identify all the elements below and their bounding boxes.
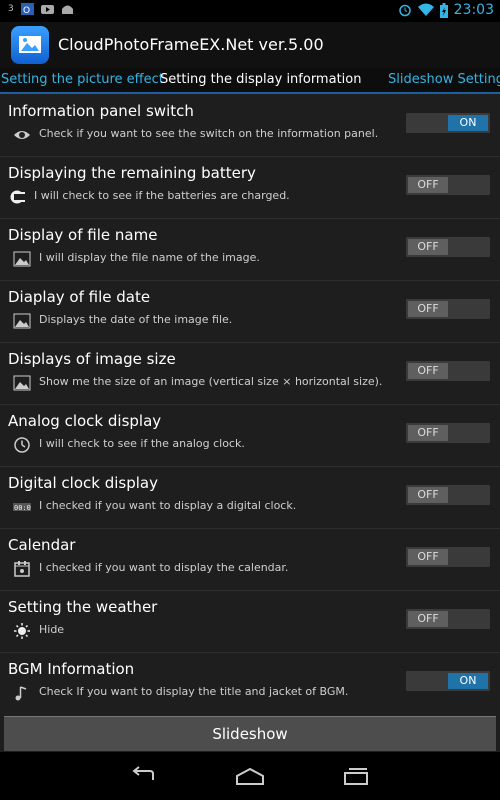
wifi-icon xyxy=(417,3,434,16)
toggle-state-label: OFF xyxy=(408,487,448,503)
setting-description: Hide xyxy=(39,623,65,636)
outlook-icon: O xyxy=(20,3,34,15)
bgm-information-toggle[interactable]: ON xyxy=(406,671,490,691)
setting-title: Diaplay of file date xyxy=(8,288,151,306)
action-bar: CloudPhotoFrameEX.Net ver.5.00 xyxy=(0,22,500,68)
picture-icon xyxy=(13,313,31,329)
photo-frame-app-icon[interactable] xyxy=(11,26,49,64)
back-icon[interactable] xyxy=(129,766,159,786)
setting-row-file-date[interactable]: Diaplay of file date Displays the date o… xyxy=(0,280,500,343)
sun-icon xyxy=(14,623,30,639)
setting-row-digital-clock[interactable]: Digital clock display 00:00 I checked if… xyxy=(0,466,500,529)
calendar-toggle[interactable]: OFF xyxy=(406,547,490,567)
home-icon[interactable] xyxy=(235,766,265,786)
setting-description: Displays the date of the image file. xyxy=(39,313,233,326)
slideshow-label: Slideshow xyxy=(212,725,288,743)
setting-description: Check if you want to see the switch on t… xyxy=(39,127,379,140)
slideshow-button[interactable]: Slideshow xyxy=(4,716,496,751)
toggle-state-label: OFF xyxy=(408,549,448,565)
tab-picture-effect[interactable]: Setting the picture effect xyxy=(1,72,164,87)
battery-plug-icon xyxy=(10,190,25,204)
image-size-toggle[interactable]: OFF xyxy=(406,361,490,381)
tab-strip: Setting the picture effect Setting the d… xyxy=(0,68,500,94)
setting-title: Displaying the remaining battery xyxy=(8,164,256,182)
alarm-icon xyxy=(398,4,411,17)
battery-icon xyxy=(439,2,448,18)
svg-text:O: O xyxy=(23,6,30,15)
setting-description: I checked if you want to display a digit… xyxy=(39,499,297,512)
digital-clock-icon: 00:00 xyxy=(13,503,31,512)
music-icon xyxy=(15,686,27,701)
toggle-state-label: OFF xyxy=(408,611,448,627)
toggle-state-label: ON xyxy=(448,673,488,689)
svg-text:00:00: 00:00 xyxy=(14,504,31,512)
setting-row-information-panel-switch[interactable]: Information panel switch Check if you wa… xyxy=(0,94,500,157)
toggle-state-label: OFF xyxy=(408,239,448,255)
setting-title: Digital clock display xyxy=(8,474,158,492)
setting-row-file-name[interactable]: Display of file name I will display the … xyxy=(0,218,500,281)
setting-description: I will display the file name of the imag… xyxy=(39,251,260,264)
setting-title: BGM Information xyxy=(8,660,135,678)
setting-description: I will check to see if the batteries are… xyxy=(34,189,290,202)
android-icon xyxy=(61,5,73,14)
setting-row-analog-clock[interactable]: Analog clock display I will check to see… xyxy=(0,404,500,467)
analog-clock-toggle[interactable]: OFF xyxy=(406,423,490,443)
setting-description: Show me the size of an image (vertical s… xyxy=(39,375,383,388)
app-title: CloudPhotoFrameEX.Net ver.5.00 xyxy=(58,35,324,54)
status-time: 23:03 xyxy=(453,2,494,18)
status-bar: 3 O 23:03 xyxy=(0,0,500,22)
tab-display-information[interactable]: Setting the display information xyxy=(160,72,361,87)
file-name-toggle[interactable]: OFF xyxy=(406,237,490,257)
digital-clock-toggle[interactable]: OFF xyxy=(406,485,490,505)
setting-title: Information panel switch xyxy=(8,102,194,120)
setting-title: Displays of image size xyxy=(8,350,176,368)
calendar-icon xyxy=(14,561,30,577)
remaining-battery-toggle[interactable]: OFF xyxy=(406,175,490,195)
setting-description: I will check to see if the analog clock. xyxy=(39,437,245,450)
setting-title: Calendar xyxy=(8,536,76,554)
navigation-bar xyxy=(0,752,500,800)
setting-row-calendar[interactable]: Calendar I checked if you want to displa… xyxy=(0,528,500,591)
eye-icon xyxy=(14,131,30,139)
setting-row-image-size[interactable]: Displays of image size Show me the size … xyxy=(0,342,500,405)
toggle-state-label: OFF xyxy=(408,425,448,441)
setting-description: Check If you want to display the title a… xyxy=(39,685,349,698)
tab-slideshow-settings[interactable]: Slideshow Settings xyxy=(388,72,500,87)
settings-list: Information panel switch Check if you wa… xyxy=(0,94,500,714)
setting-row-weather[interactable]: Setting the weather Hide OFF xyxy=(0,590,500,653)
status-number: 3 xyxy=(8,4,14,14)
game-icon xyxy=(40,5,54,14)
weather-toggle[interactable]: OFF xyxy=(406,609,490,629)
setting-title: Analog clock display xyxy=(8,412,162,430)
picture-icon xyxy=(13,375,31,391)
setting-row-remaining-battery[interactable]: Displaying the remaining battery I will … xyxy=(0,156,500,219)
toggle-state-label: OFF xyxy=(408,363,448,379)
setting-title: Display of file name xyxy=(8,226,158,244)
recent-apps-icon[interactable] xyxy=(341,766,371,786)
picture-icon xyxy=(13,251,31,267)
toggle-state-label: OFF xyxy=(408,301,448,317)
setting-description: I checked if you want to display the cal… xyxy=(39,561,289,574)
setting-title: Setting the weather xyxy=(8,598,158,616)
analog-clock-icon xyxy=(14,437,30,453)
setting-row-bgm-information[interactable]: BGM Information Check If you want to dis… xyxy=(0,652,500,714)
information-panel-toggle[interactable]: ON xyxy=(406,113,490,133)
file-date-toggle[interactable]: OFF xyxy=(406,299,490,319)
toggle-state-label: ON xyxy=(448,115,488,131)
toggle-state-label: OFF xyxy=(408,177,448,193)
